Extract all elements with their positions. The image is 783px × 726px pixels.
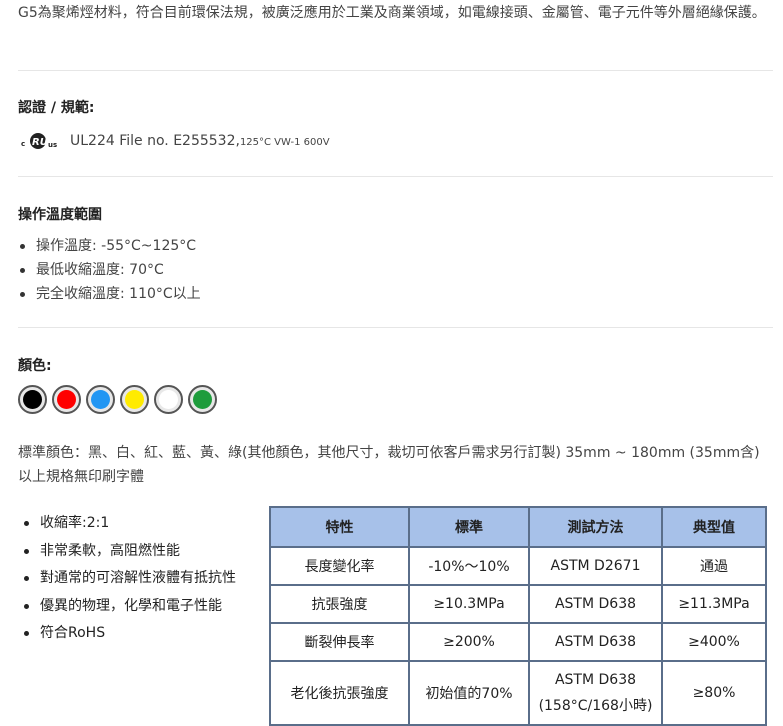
test-condition: (158°C/168小時) xyxy=(538,698,653,714)
table-row: 斷裂伸長率 ≥200% ASTM D638 ≥400% xyxy=(271,624,765,660)
list-item: 優異的物理，化學和電子性能 xyxy=(20,593,236,621)
colors-heading: 顏色: xyxy=(18,358,52,374)
features-list: 收縮率:2:1 非常柔軟，高阻燃性能 對通常的可溶解性液體有抵抗性 優異的物理，… xyxy=(20,510,236,648)
column-header: 特性 xyxy=(271,508,408,546)
certification-heading: 認證 / 規範: xyxy=(18,100,95,116)
color-swatch-white[interactable] xyxy=(154,385,183,414)
divider xyxy=(18,176,773,177)
divider xyxy=(18,70,773,71)
table-cell: ≥11.3MPa xyxy=(663,586,765,622)
list-item: 非常柔軟，高阻燃性能 xyxy=(20,538,236,566)
swatch-fill xyxy=(125,390,144,409)
table-cell: 抗張強度 xyxy=(271,586,408,622)
table-cell: -10%～10% xyxy=(410,548,528,584)
list-item: 完全收縮溫度: 110°C以上 xyxy=(18,282,201,306)
table-cell: 斷裂伸長率 xyxy=(271,624,408,660)
swatch-fill xyxy=(193,390,212,409)
swatch-fill xyxy=(57,390,76,409)
table-row: 老化後抗張強度 初始值的70% ASTM D638 (158°C/168小時) … xyxy=(271,662,765,724)
table-cell: ASTM D638 (158°C/168小時) xyxy=(530,662,661,724)
list-item: 收縮率:2:1 xyxy=(20,510,236,538)
table-cell: 初始值的70% xyxy=(410,662,528,724)
color-swatch-yellow[interactable] xyxy=(120,385,149,414)
certification-line: c RU us UL224 File no. E255532, 125°C VW-… xyxy=(20,131,330,151)
divider xyxy=(18,327,773,328)
table-cell: ASTM D638 xyxy=(530,586,661,622)
column-header: 標準 xyxy=(410,508,528,546)
table-header-row: 特性 標準 測試方法 典型值 xyxy=(271,508,765,546)
table-cell: 長度變化率 xyxy=(271,548,408,584)
svg-text:RU: RU xyxy=(32,137,48,148)
certification-rating: 125°C VW-1 600V xyxy=(239,137,330,148)
table-cell: ≥400% xyxy=(663,624,765,660)
table-cell: 通過 xyxy=(663,548,765,584)
swatch-fill xyxy=(23,390,42,409)
list-item: 符合RoHS xyxy=(20,620,236,648)
color-swatches xyxy=(18,385,217,414)
color-swatch-blue[interactable] xyxy=(86,385,115,414)
list-item: 最低收縮溫度: 70°C xyxy=(18,258,201,282)
list-item: 對通常的可溶解性液體有抵抗性 xyxy=(20,565,236,593)
temperature-heading: 操作溫度範圍 xyxy=(18,207,102,223)
list-item: 操作溫度: -55°C~125°C xyxy=(18,234,201,258)
temperature-list: 操作溫度: -55°C~125°C 最低收縮溫度: 70°C 完全收縮溫度: 1… xyxy=(18,234,201,306)
table-cell: ≥200% xyxy=(410,624,528,660)
certification-text: UL224 File no. E255532, xyxy=(70,133,240,149)
table-cell: ASTM D2671 xyxy=(530,548,661,584)
swatch-fill xyxy=(159,390,178,409)
table-cell: ≥80% xyxy=(663,662,765,724)
table-cell: 老化後抗張強度 xyxy=(271,662,408,724)
table-row: 抗張強度 ≥10.3MPa ASTM D638 ≥11.3MPa xyxy=(271,586,765,622)
svg-text:us: us xyxy=(48,141,57,149)
table-cell: ≥10.3MPa xyxy=(410,586,528,622)
table-cell: ASTM D638 xyxy=(530,624,661,660)
column-header: 典型值 xyxy=(663,508,765,546)
color-swatch-black[interactable] xyxy=(18,385,47,414)
test-method: ASTM D638 xyxy=(554,672,637,688)
ul-certification-logo: c RU us xyxy=(20,132,68,150)
color-swatch-red[interactable] xyxy=(52,385,81,414)
product-intro: G5為聚烯烴材料，符合目前環保法規，被廣泛應用於工業及商業領域，如電線接頭、金屬… xyxy=(18,5,766,21)
standard-colors-text: 標準顏色：黑、白、紅、藍、黃、綠(其他顏色，其他尺寸，裁切可依客戶需求另行訂製)… xyxy=(18,445,760,485)
table-row: 長度變化率 -10%～10% ASTM D2671 通過 xyxy=(271,548,765,584)
spec-table: 特性 標準 測試方法 典型值 長度變化率 -10%～10% ASTM D2671… xyxy=(269,506,767,726)
svg-text:c: c xyxy=(21,140,25,148)
color-swatch-green[interactable] xyxy=(188,385,217,414)
swatch-fill xyxy=(91,390,110,409)
column-header: 測試方法 xyxy=(530,508,661,546)
